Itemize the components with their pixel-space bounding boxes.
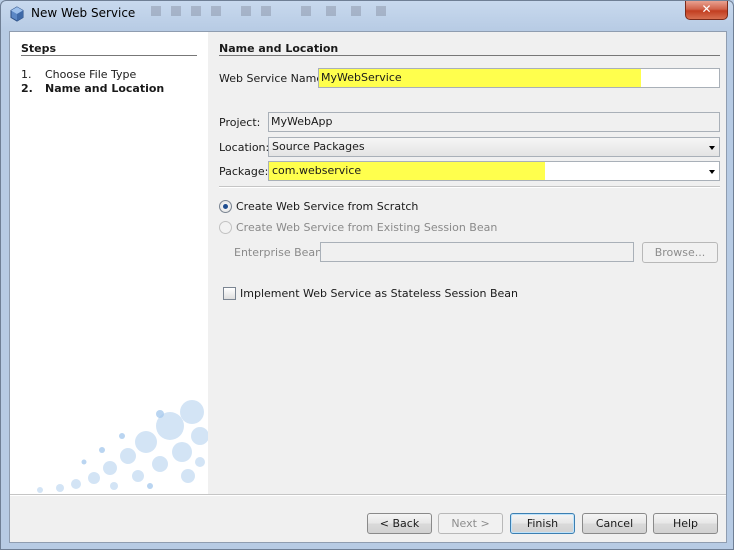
help-button[interactable]: Help bbox=[653, 513, 718, 534]
back-button-label: < Back bbox=[379, 517, 420, 530]
section-title: Name and Location bbox=[219, 42, 339, 55]
title-bar[interactable]: New Web Service ✕ bbox=[1, 1, 733, 28]
web-service-icon bbox=[10, 6, 24, 22]
browse-button-label: Browse... bbox=[654, 246, 706, 259]
window-title: New Web Service bbox=[31, 6, 136, 20]
steps-title: Steps bbox=[21, 42, 57, 55]
checkbox-unchecked-icon bbox=[223, 286, 236, 300]
project-field: MyWebApp bbox=[268, 112, 720, 132]
steps-panel: Steps 1. Choose File Type 2. Name and Loca… bbox=[10, 32, 208, 494]
create-from-session-bean-radio[interactable]: Create Web Service from Existing Session… bbox=[219, 220, 498, 235]
package-combobox[interactable]: com.webservice bbox=[268, 161, 720, 181]
project-value: MyWebApp bbox=[271, 115, 333, 128]
cancel-button-label: Cancel bbox=[595, 517, 634, 530]
enterprise-bean-label: Enterprise Bean: bbox=[234, 246, 326, 259]
steps-divider bbox=[21, 55, 197, 56]
create-from-session-bean-label: Create Web Service from Existing Session… bbox=[236, 221, 498, 234]
chevron-down-icon bbox=[709, 146, 715, 150]
close-button[interactable]: ✕ bbox=[685, 1, 728, 20]
name-and-location-panel: Name and Location Web Service Name: MyWe… bbox=[208, 32, 726, 494]
form-separator bbox=[219, 186, 720, 188]
dialog-body: Steps 1. Choose File Type 2. Name and Loca… bbox=[9, 31, 727, 543]
stateless-session-bean-checkbox[interactable]: Implement Web Service as Stateless Sessi… bbox=[223, 286, 519, 301]
step-label: Choose File Type bbox=[45, 68, 137, 81]
radio-selected-icon bbox=[219, 199, 232, 213]
finish-button-label: Finish bbox=[526, 517, 559, 530]
background-toolbar-ghost bbox=[151, 6, 386, 16]
close-icon: ✕ bbox=[701, 2, 712, 16]
step-number: 2. bbox=[21, 82, 33, 95]
web-service-name-label: Web Service Name: bbox=[219, 72, 327, 85]
dialog-window: New Web Service ✕ Steps 1. Choose File Ty… bbox=[0, 0, 734, 550]
radio-unselected-icon bbox=[219, 220, 232, 234]
enterprise-bean-field[interactable] bbox=[320, 242, 634, 262]
decorative-bubbles-image bbox=[37, 400, 208, 493]
location-dropdown[interactable]: Source Packages bbox=[268, 137, 720, 157]
create-from-scratch-label: Create Web Service from Scratch bbox=[236, 200, 419, 213]
next-button-label: Next > bbox=[451, 517, 490, 530]
project-label: Project: bbox=[219, 116, 261, 129]
package-value: com.webservice bbox=[272, 164, 362, 177]
step-name-and-location: 2. Name and Location bbox=[21, 82, 164, 95]
help-button-label: Help bbox=[672, 517, 699, 530]
step-choose-file-type: 1. Choose File Type bbox=[21, 68, 136, 81]
web-service-name-input[interactable]: MyWebService bbox=[318, 68, 720, 88]
create-from-scratch-radio[interactable]: Create Web Service from Scratch bbox=[219, 199, 419, 214]
cancel-button[interactable]: Cancel bbox=[582, 513, 647, 534]
web-service-name-value: MyWebService bbox=[321, 71, 402, 84]
location-label: Location: bbox=[219, 141, 270, 154]
back-button[interactable]: < Back bbox=[367, 513, 432, 534]
footer-divider bbox=[10, 494, 726, 496]
browse-button[interactable]: Browse... bbox=[642, 242, 718, 263]
package-label: Package: bbox=[219, 165, 269, 178]
location-value: Source Packages bbox=[272, 140, 365, 153]
stateless-session-bean-label: Implement Web Service as Stateless Sessi… bbox=[240, 287, 519, 300]
step-number: 1. bbox=[21, 68, 32, 81]
next-button[interactable]: Next > bbox=[438, 513, 503, 534]
chevron-down-icon bbox=[709, 170, 715, 174]
step-label: Name and Location bbox=[45, 82, 165, 95]
section-divider bbox=[219, 55, 720, 56]
finish-button[interactable]: Finish bbox=[510, 513, 575, 534]
